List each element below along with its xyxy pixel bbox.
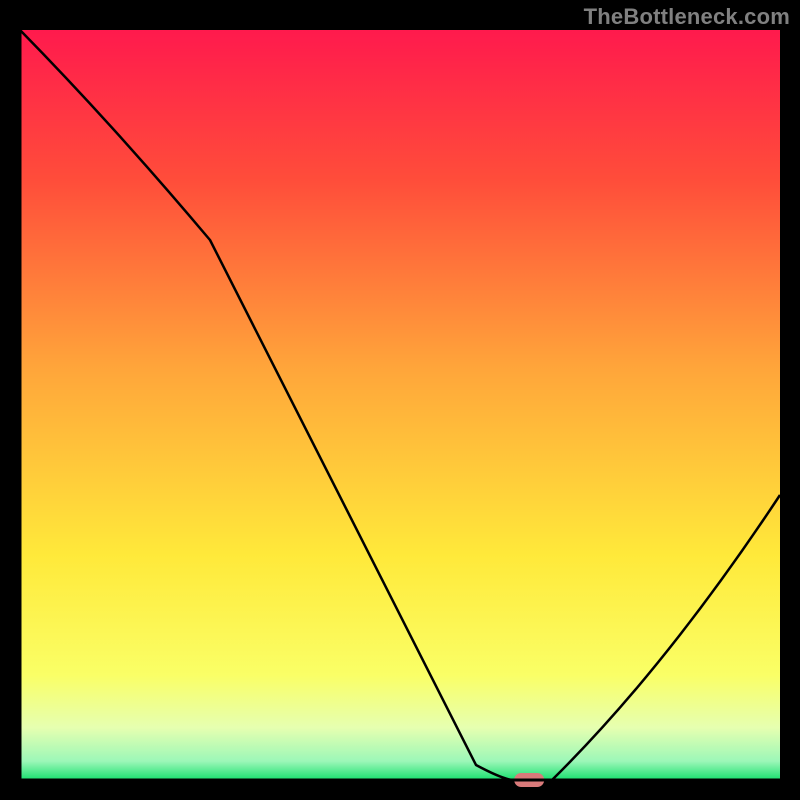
watermark-text: TheBottleneck.com — [584, 4, 790, 30]
plot-area — [20, 30, 780, 780]
chart-container: TheBottleneck.com — [0, 0, 800, 800]
bottleneck-chart — [0, 0, 800, 800]
